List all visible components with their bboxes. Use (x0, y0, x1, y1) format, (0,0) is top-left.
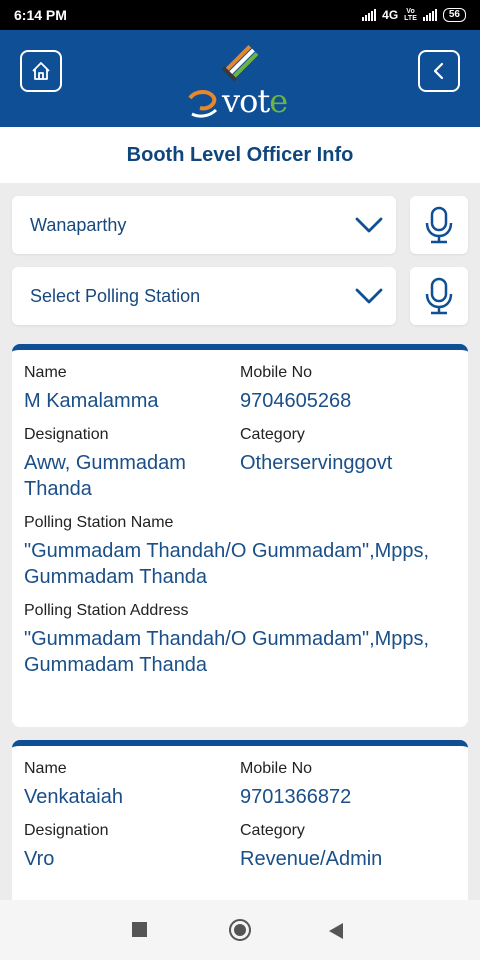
signal-icon-2 (422, 9, 437, 21)
system-nav-bar (0, 900, 480, 960)
designation-label: Designation (24, 426, 109, 443)
recents-button[interactable] (132, 922, 147, 937)
chevron-down-icon (355, 288, 383, 304)
officer-designation: Aww, Gummadam Thanda (24, 452, 186, 500)
officer-category: Otherservinggovt (240, 452, 393, 474)
polling-station-name: "Gummadam Thandah/O Gummadam",Mpps, Gumm… (24, 540, 430, 588)
title-bar: Booth Level Officer Info (0, 127, 480, 183)
officer-card[interactable]: Name Venkataiah Mobile No 9701366872 Des… (12, 740, 468, 900)
page-title: Booth Level Officer Info (126, 143, 354, 166)
officer-mobile[interactable]: 9704605268 (240, 388, 456, 414)
officer-category: Revenue/Admin (240, 848, 383, 870)
officer-designation: Vro (24, 848, 55, 870)
status-bar: 6:14 PM 4G Vo LTE 56 (0, 0, 480, 30)
polling-station-mic-button[interactable] (410, 267, 468, 325)
ps-name-label: Polling Station Name (24, 514, 174, 531)
battery-icon: 56 (442, 8, 466, 22)
home-button[interactable] (20, 50, 62, 92)
back-button[interactable] (418, 50, 460, 92)
district-select-row: Wanaparthy (12, 196, 468, 254)
microphone-icon (425, 277, 453, 315)
signal-icon (362, 9, 377, 21)
mobile-label: Mobile No (240, 760, 313, 777)
volte-icon: Vo LTE (404, 8, 417, 22)
district-dropdown[interactable]: Wanaparthy (12, 196, 396, 254)
volte-top: Vo (406, 8, 415, 15)
district-value: Wanaparthy (30, 214, 127, 235)
designation-label: Designation (24, 822, 109, 839)
name-label: Name (24, 364, 67, 381)
logo-accent: e (269, 82, 288, 120)
polling-station-address: "Gummadam Thandah/O Gummadam",Mpps, Gumm… (24, 628, 430, 676)
logo-text: vote (222, 82, 288, 120)
ps-address-label: Polling Station Address (24, 602, 189, 619)
officer-mobile[interactable]: 9701366872 (240, 784, 456, 810)
status-time: 6:14 PM (14, 7, 67, 23)
home-icon (32, 62, 50, 80)
chevron-down-icon (355, 217, 383, 233)
polling-station-value: Select Polling Station (30, 285, 201, 306)
officer-card[interactable]: Name M Kamalamma Mobile No 9704605268 De… (12, 344, 468, 727)
mobile-label: Mobile No (240, 364, 313, 381)
app-header: vote (0, 30, 480, 127)
app-logo: vote (186, 40, 296, 122)
chevron-left-icon (433, 62, 444, 80)
polling-station-select-row: Select Polling Station (12, 267, 468, 325)
volte-bottom: LTE (404, 15, 417, 22)
officer-name: M Kamalamma (24, 390, 159, 412)
category-label: Category (240, 822, 305, 839)
home-system-button[interactable] (229, 919, 251, 941)
logo-main: vot (222, 82, 270, 120)
category-label: Category (240, 426, 305, 443)
officer-name: Venkataiah (24, 786, 123, 808)
name-label: Name (24, 760, 67, 777)
network-type: 4G (382, 8, 399, 22)
district-mic-button[interactable] (410, 196, 468, 254)
back-system-button[interactable] (329, 923, 343, 939)
polling-station-dropdown[interactable]: Select Polling Station (12, 267, 396, 325)
microphone-icon (425, 206, 453, 244)
status-icons: 4G Vo LTE 56 (362, 8, 466, 22)
